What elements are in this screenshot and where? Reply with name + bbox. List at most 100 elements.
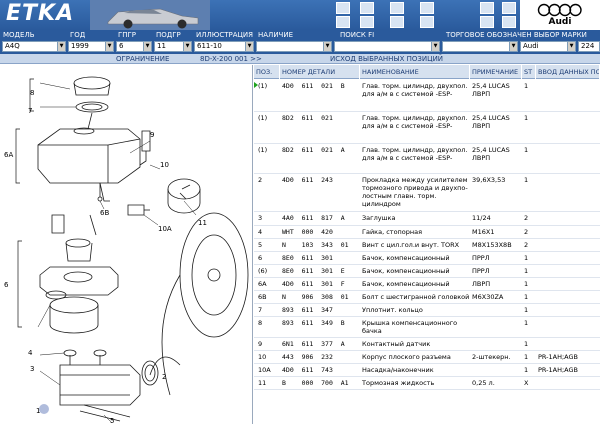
back-icon[interactable] xyxy=(480,2,494,14)
help-icon[interactable] xyxy=(502,2,516,14)
col-part-number[interactable]: НОМЕР ДЕТАЛИ xyxy=(280,65,360,79)
col-pos[interactable]: ПОЗ. xyxy=(254,65,280,79)
table-row[interactable]: (6) 8E0 611 301 E Бачок, компенсационный ПР… xyxy=(254,265,600,278)
cell-note: 39,6X3,53 xyxy=(472,176,506,184)
search-icon[interactable] xyxy=(390,16,404,28)
settings-icon[interactable] xyxy=(420,2,434,14)
col-st[interactable]: ST xyxy=(522,65,536,79)
flag-icon[interactable] xyxy=(420,16,434,28)
table-row[interactable]: 2 4D0 611 243 Прокладка между усилителем т… xyxy=(254,174,600,212)
table-row[interactable]: 4 WHT 000 420 Гайка, стопорная M16X1 2 xyxy=(254,226,600,239)
brand-select[interactable]: Audi ▼ xyxy=(520,41,576,52)
col-date[interactable]: ВВОД ДАННЫХ ПО xyxy=(536,65,600,79)
cell-note: ПРРЛ xyxy=(472,254,490,262)
cart-icon[interactable] xyxy=(360,16,374,28)
chevron-down-icon: ▼ xyxy=(143,42,151,51)
cell-st: 1 xyxy=(524,353,529,361)
chevron-down-icon: ▼ xyxy=(567,42,575,51)
search-input[interactable]: ▼ xyxy=(334,41,440,52)
presence-select[interactable]: ▼ xyxy=(256,41,332,52)
brand-name: Audi xyxy=(548,17,572,27)
table-row[interactable]: 5 N 103 343 01 Винт с цил.гол.и внут. TORX… xyxy=(254,239,600,252)
cell-name: Глав. торм. цилиндр, двухпол. для а/м в … xyxy=(362,82,468,98)
cell-pos: 7 xyxy=(258,306,263,314)
ggr-label: ГПГР xyxy=(118,31,137,39)
cell-part-number: 893 611 347 xyxy=(282,306,333,314)
cell-pos: 3 xyxy=(258,214,263,222)
audi-rings-icon xyxy=(537,3,582,17)
table-row[interactable]: 8 893 611 349 B Крышка компенсационного ба… xyxy=(254,317,600,338)
cell-name: Гайка, стопорная xyxy=(362,228,423,236)
illustration-select[interactable]: 611-10 ▼ xyxy=(194,41,254,52)
cell-note: ПРРЛ xyxy=(472,267,490,275)
parts-table: ПОЗ. НОМЕР ДЕТАЛИ НАИМЕНОВАНИЕ ПРИМЕЧАНИ… xyxy=(254,65,600,424)
list-icon[interactable] xyxy=(360,2,374,14)
cell-part-number: 8D2 611 021 xyxy=(282,114,333,122)
cell-st: 1 xyxy=(524,267,529,275)
cell-name: Крышка компенсационного бачка xyxy=(362,319,458,335)
cell-note: 25,4 LUCAS ЛВРП xyxy=(472,82,510,98)
trademark-select[interactable]: ▼ xyxy=(442,41,518,52)
field-labels: МОДЕЛЬ ГОД ГПГР ПОДГР ИЛЛЮСТРАЦИЯ НАЛИЧИ… xyxy=(0,30,600,40)
cell-name: Заглушка xyxy=(362,214,396,222)
callout-10A: 10A xyxy=(158,225,172,233)
col-name[interactable]: НАИМЕНОВАНИЕ xyxy=(360,65,470,79)
table-row[interactable]: 3 4A0 611 817 A Заглушка 11/24 2 xyxy=(254,212,600,226)
cell-pos: 6B xyxy=(258,293,267,301)
exploded-view-drawing: 8 7 6A 9 10 10A 6B 6 4 3 11 1 5 2 xyxy=(4,76,249,424)
print-icon[interactable] xyxy=(336,2,350,14)
callout-4: 4 xyxy=(28,349,33,357)
range-label: 8D-X-200 001 >> xyxy=(200,55,262,63)
chevron-down-icon: ▼ xyxy=(509,42,517,51)
table-row[interactable]: (1) 4D0 611 021 B Глав. торм. цилиндр, дву… xyxy=(254,80,600,112)
chevron-down-icon: ▼ xyxy=(323,42,331,51)
cell-pos: 9 xyxy=(258,340,263,348)
etka-window: ETKA Audi МОДЕЛЬ ГОД ГПГР ПОДГР ИЛЛЮСТРА… xyxy=(0,0,600,424)
table-row[interactable]: (1) 8D2 611 021 A Глав. торм. цилиндр, дву… xyxy=(254,144,600,174)
model-select[interactable]: A4Q ▼ xyxy=(2,41,66,52)
cell-part-number: WHT 000 420 xyxy=(282,228,333,236)
cell-name: Корпус плоского разъема xyxy=(362,353,451,361)
pgr-select[interactable]: 11 ▼ xyxy=(154,41,192,52)
table-row[interactable]: 7 893 611 347 Уплотнит. кольцо 1 xyxy=(254,304,600,317)
table-row[interactable]: 10A 4D0 611 743 Насадка/наконечник 1 PR-1AH;… xyxy=(254,364,600,377)
chevron-down-icon: ▼ xyxy=(57,42,65,51)
table-row[interactable]: 11 B 000 700 A1 Тормозная жидкость 0,25 л. X xyxy=(254,377,600,390)
col-note[interactable]: ПРИМЕЧАНИЕ xyxy=(470,65,522,79)
cell-name: Глав. торм. цилиндр, двухпол. для а/м в … xyxy=(362,146,468,162)
table-row[interactable]: 9 6N1 611 377 A Контактный датчик 1 xyxy=(254,338,600,351)
ggr-select[interactable]: 6 ▼ xyxy=(116,41,152,52)
folder-icon[interactable] xyxy=(336,16,350,28)
cell-date: PR-1AH;AGB xyxy=(538,353,579,361)
callout-10: 10 xyxy=(160,161,169,169)
cell-name: Бачок, компенсационный xyxy=(362,280,450,288)
cell-note: 25,4 LUCAS ЛВРП xyxy=(472,146,510,162)
table-row[interactable]: 10 443 906 232 Корпус плоского разъема 2-шт… xyxy=(254,351,600,364)
cell-st: 1 xyxy=(524,319,529,327)
info-icon[interactable] xyxy=(390,2,404,14)
parts-diagram[interactable]: 8 7 6A 9 10 10A 6B 6 4 3 11 1 5 2 xyxy=(0,65,253,424)
cell-pos: 6 xyxy=(258,254,263,262)
table-row[interactable]: 6B N 906 308 01 Болт с шестигранной головк… xyxy=(254,291,600,304)
audi-logo: Audi xyxy=(520,0,600,30)
cell-pos: 6A xyxy=(258,280,267,288)
exit-icon[interactable] xyxy=(502,16,516,28)
cell-st: X xyxy=(524,379,529,387)
cell-part-number: 6N1 611 377 A xyxy=(282,340,345,348)
chevron-down-icon: ▼ xyxy=(183,42,191,51)
year-select[interactable]: 1999 ▼ xyxy=(68,41,114,52)
table-row[interactable]: (1) 8D2 611 021 Глав. торм. цилиндр, двухп… xyxy=(254,112,600,144)
cell-note: M6X30ZA xyxy=(472,293,504,301)
table-row[interactable]: 6A 4D0 611 301 F Бачок, компенсационный ЛВР… xyxy=(254,278,600,291)
extra-field[interactable]: 224 xyxy=(578,41,600,52)
cell-st: 1 xyxy=(524,340,529,348)
cell-pos: 4 xyxy=(258,228,263,236)
cell-date: PR-1AH;AGB xyxy=(538,366,579,374)
table-row[interactable]: 6 8E0 611 301 Бачок, компенсационный ПРРЛ 1 xyxy=(254,252,600,265)
cell-pos: (1) xyxy=(258,146,268,154)
cell-note: 25,4 LUCAS ЛВРП xyxy=(472,114,510,130)
forward-icon[interactable] xyxy=(480,16,494,28)
cell-part-number: 4D0 611 243 xyxy=(282,176,333,184)
callout-5: 5 xyxy=(110,417,114,424)
callout-6: 6 xyxy=(4,281,9,289)
